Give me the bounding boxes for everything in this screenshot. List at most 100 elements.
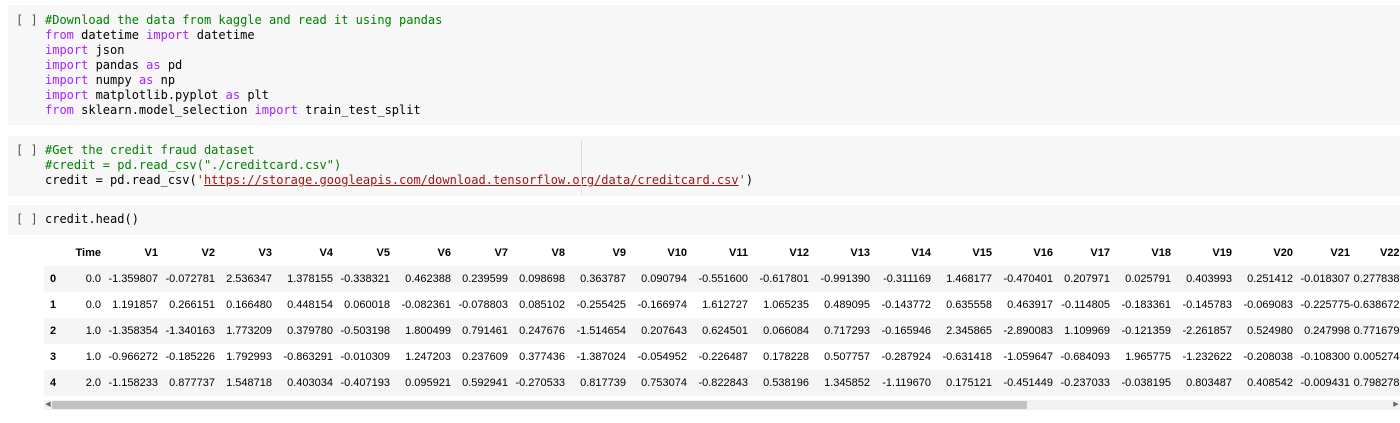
table-cell: 1.0 <box>85 351 101 363</box>
column-header: V16 <box>1033 247 1053 259</box>
code-line: #credit = pd.read_csv("./creditcard.csv"… <box>45 158 1400 173</box>
code-line: credit.head() <box>45 212 1400 227</box>
column-header: V13 <box>850 247 870 259</box>
table-cell: 0.408542 <box>1232 370 1293 396</box>
table-row: 2 1.0 -1.358354 -1.340163 1.773209 0.379780 -0… <box>44 318 1400 344</box>
code-token: #credit = pd.read_csv("./creditcard.csv"… <box>45 158 342 172</box>
table-cell: 0.717293 <box>809 318 870 344</box>
code-token: as <box>225 88 241 102</box>
table-cell: 0.247676 <box>508 318 565 344</box>
row-index: 4 <box>44 370 60 396</box>
table-cell: 0.090794 <box>626 266 687 292</box>
table-cell: 1.468177 <box>931 266 992 292</box>
table-cell: -0.208038 <box>1243 351 1293 363</box>
table-cell: 0.524980 <box>1232 318 1293 344</box>
table-cell: -0.287924 <box>881 351 931 363</box>
table-cell: -0.078803 <box>458 299 508 311</box>
column-header: V3 <box>258 247 272 259</box>
table-cell: -1.119670 <box>870 370 931 396</box>
row-index: 2 <box>44 318 60 344</box>
table-cell: 0.005274 <box>1353 351 1400 363</box>
table-cell: 2.345865 <box>931 318 992 344</box>
table-cell: 0.448154 <box>287 299 333 311</box>
table-cell: 0.207643 <box>626 318 687 344</box>
column-header: V20 <box>1273 247 1293 259</box>
table-cell: -0.966272 <box>108 351 158 363</box>
code-line: credit = pd.read_csv('https://storage.go… <box>45 173 1400 188</box>
scroll-right-arrow-icon[interactable]: ▶ <box>1392 400 1400 410</box>
column-header: V4 <box>319 247 333 259</box>
column-header: V10 <box>667 247 687 259</box>
code-token: pd <box>160 58 183 72</box>
table-cell: 0.239599 <box>451 266 508 292</box>
code-token: as <box>146 58 161 72</box>
table-cell: 0.247998 <box>1293 318 1350 344</box>
table-cell: 0.178228 <box>763 351 809 363</box>
table-cell: 0.098698 <box>508 266 565 292</box>
code-link[interactable]: https://storage.googleapis.com/download.… <box>204 173 739 187</box>
table-cell: -0.114805 <box>1061 299 1110 311</box>
code-token: matplotlib.pyplot <box>88 88 226 102</box>
column-header: V9 <box>612 247 626 259</box>
code-editor[interactable]: credit.head() <box>45 212 1400 227</box>
table-cell: 0.025791 <box>1110 266 1171 292</box>
table-cell: 0.377436 <box>519 351 565 363</box>
scroll-left-arrow-icon[interactable]: ◀ <box>44 400 52 410</box>
table-cell: 0.635558 <box>946 299 992 311</box>
table-row: 1 0.0 1.191857 0.266151 0.166480 0.448154 0.06… <box>44 292 1400 318</box>
table-cell: -0.338321 <box>333 266 390 292</box>
table-cell: 1.378155 <box>272 266 333 292</box>
column-header: V14 <box>911 247 931 259</box>
table-cell: -0.237033 <box>1053 370 1110 396</box>
table-cell: 1.792993 <box>226 351 272 363</box>
table-cell: 0.798278 <box>1350 370 1400 396</box>
scrollbar-thumb[interactable] <box>52 401 1027 409</box>
run-cell-button[interactable]: [ ] <box>16 143 44 159</box>
code-cell-head[interactable]: [ ] credit.head() <box>8 205 1400 235</box>
table-cell: 0.877737 <box>158 370 215 396</box>
code-line: #Get the credit fraud dataset <box>45 143 1400 158</box>
table-row: 3 1.0 -0.966272 -0.185226 1.792993 -0.863291-… <box>44 344 1400 370</box>
table-cell: 1.345852 <box>809 370 870 396</box>
code-cell-load-data[interactable]: [ ] #Get the credit fraud dataset #credit… <box>8 136 1400 196</box>
table-cell: -0.069083 <box>1243 299 1293 311</box>
table-cell: -0.503198 <box>333 318 390 344</box>
column-header: V8 <box>551 247 565 259</box>
run-cell-button[interactable]: [ ] <box>16 212 44 228</box>
column-header: V15 <box>972 247 992 259</box>
table-cell: 0.237609 <box>462 351 508 363</box>
table-cell: -0.225775 <box>1300 299 1350 311</box>
table-cell: 0.0 <box>60 266 101 292</box>
code-token: import <box>45 43 89 57</box>
table-cell: 0.066084 <box>748 318 809 344</box>
table-cell: 0.166480 <box>226 299 272 311</box>
table-cell: -0.038195 <box>1110 370 1171 396</box>
run-cell-button[interactable]: [ ] <box>16 13 44 29</box>
table-cell: 0.363787 <box>565 266 626 292</box>
table-cell: 0.803487 <box>1171 370 1232 396</box>
code-cell-imports[interactable]: [ ] #Download the data from kaggle and r… <box>8 5 1400 125</box>
code-editor[interactable]: #Get the credit fraud dataset #credit = p… <box>45 143 1400 188</box>
table-cell: 0.463917 <box>1007 299 1053 311</box>
code-token: from <box>45 103 74 117</box>
code-token: import <box>45 58 89 72</box>
code-editor[interactable]: #Download the data from kaggle and read … <box>45 13 1400 118</box>
column-header: Time <box>75 247 101 259</box>
table-cell: 0.251412 <box>1232 266 1293 292</box>
table-cell: 0.403993 <box>1171 266 1232 292</box>
table-cell: -0.822843 <box>687 370 748 396</box>
code-token: import <box>254 103 298 117</box>
code-token: #Get the credit fraud dataset <box>45 143 255 157</box>
code-token: ) <box>745 173 754 187</box>
code-line: import pandas as pd <box>45 58 1400 73</box>
index-header <box>44 240 60 266</box>
code-token: credit.head() <box>45 212 139 226</box>
column-header: V12 <box>789 247 809 259</box>
code-token: from <box>45 28 74 42</box>
column-header: V19 <box>1212 247 1232 259</box>
table-cell: -0.183361 <box>1121 299 1171 311</box>
table-cell: 0.095921 <box>390 370 451 396</box>
table-cell: 0.771679 <box>1350 318 1400 344</box>
table-cell: 2.0 <box>60 370 101 396</box>
horizontal-scrollbar[interactable]: ◀ ▶ <box>44 400 1400 410</box>
